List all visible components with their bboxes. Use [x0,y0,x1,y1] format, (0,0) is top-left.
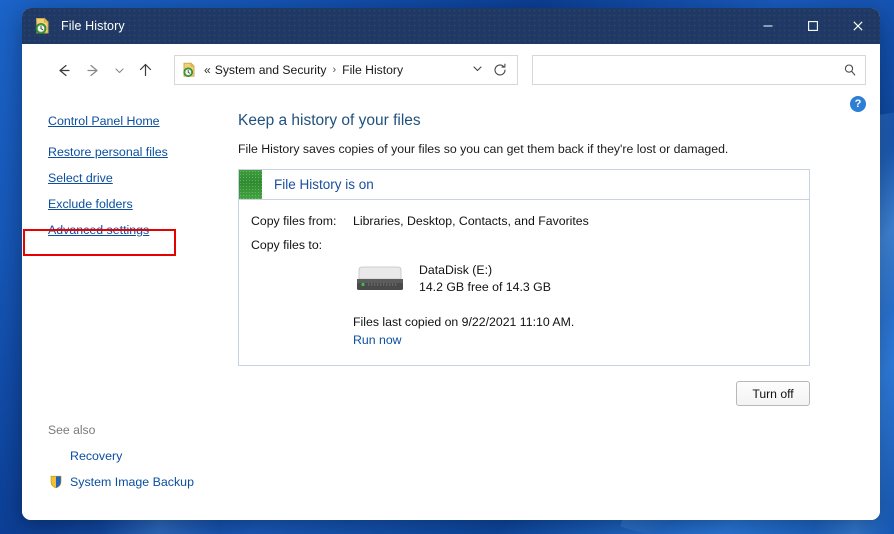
chevron-down-icon[interactable] [464,61,491,79]
breadcrumb-item-system-and-security[interactable]: System and Security [215,63,327,77]
content-area: Control Panel Home Restore personal file… [22,96,880,520]
copy-files-from-label: Copy files from: [251,214,337,228]
sidebar-item-restore-personal-files[interactable]: Restore personal files [48,144,168,160]
see-also-item-system-image-backup[interactable]: System Image Backup [48,474,248,490]
turn-off-button[interactable]: Turn off [736,381,810,406]
address-bar[interactable]: « System and Security › File History [174,55,518,85]
sidebar-item-exclude-folders[interactable]: Exclude folders [48,196,133,212]
window-controls [745,8,880,44]
up-button[interactable] [130,55,160,85]
status-heading: File History is on [274,177,374,192]
navigation-toolbar: « System and Security › File History [22,44,880,96]
drive-name: DataDisk (E:) [419,263,493,277]
see-also-link-recovery[interactable]: Recovery [70,449,122,463]
status-body: Copy files from: Libraries, Desktop, Con… [239,200,809,365]
main-panel: ? Keep a history of your files File Hist… [232,96,880,520]
sidebar-item-select-drive[interactable]: Select drive [48,170,113,186]
refresh-icon[interactable] [491,63,511,77]
see-also-item-recovery[interactable]: Recovery [48,448,248,464]
breadcrumb-overflow[interactable]: « [204,63,211,77]
breadcrumb-separator[interactable]: › [332,64,336,76]
target-drive-row: DataDisk (E:) 14.2 GB free of 14.3 GB [251,262,809,298]
back-button[interactable] [48,55,78,85]
see-also-link-system-image-backup[interactable]: System Image Backup [70,475,194,489]
search-input[interactable] [542,63,843,77]
forward-button[interactable] [78,55,108,85]
sidebar: Control Panel Home Restore personal file… [22,96,232,520]
shield-icon [48,474,64,490]
window-title: File History [61,19,125,33]
copy-files-to-label: Copy files to: [251,238,323,252]
breadcrumb-file-history-icon [182,62,198,78]
help-button[interactable]: ? [850,96,866,112]
status-header: File History is on [239,170,809,200]
page-subtitle: File History saves copies of your files … [238,142,729,156]
minimize-button[interactable] [745,8,790,44]
file-history-icon [34,17,52,35]
copy-files-to-row: Copy files to: [251,238,809,252]
sidebar-item-advanced-settings[interactable]: Advanced settings [48,222,149,238]
breadcrumb-item-file-history[interactable]: File History [342,63,403,77]
maximize-button[interactable] [790,8,835,44]
page-title: Keep a history of your files [238,112,421,129]
close-button[interactable] [835,8,880,44]
last-copied-text: Files last copied on 9/22/2021 11:10 AM. [353,315,575,329]
copy-files-from-value: Libraries, Desktop, Contacts, and Favori… [353,214,589,228]
search-icon[interactable] [843,63,857,77]
run-now-link[interactable]: Run now [353,332,402,349]
status-indicator-icon [239,170,262,199]
see-also-section: See also Recovery System Image Backup [48,423,248,500]
drive-capacity: 14.2 GB free of 14.3 GB [419,280,551,294]
file-history-window: File History « System and Security › Fil… [22,8,880,520]
external-drive-icon [353,264,407,298]
status-panel: File History is on Copy files from: Libr… [238,169,810,366]
copy-files-from-row: Copy files from: Libraries, Desktop, Con… [251,214,809,228]
sidebar-item-control-panel-home[interactable]: Control Panel Home [48,113,160,129]
title-bar: File History [22,8,880,44]
see-also-label: See also [48,423,96,437]
search-box[interactable] [532,55,866,85]
recent-locations-button[interactable] [108,55,130,85]
